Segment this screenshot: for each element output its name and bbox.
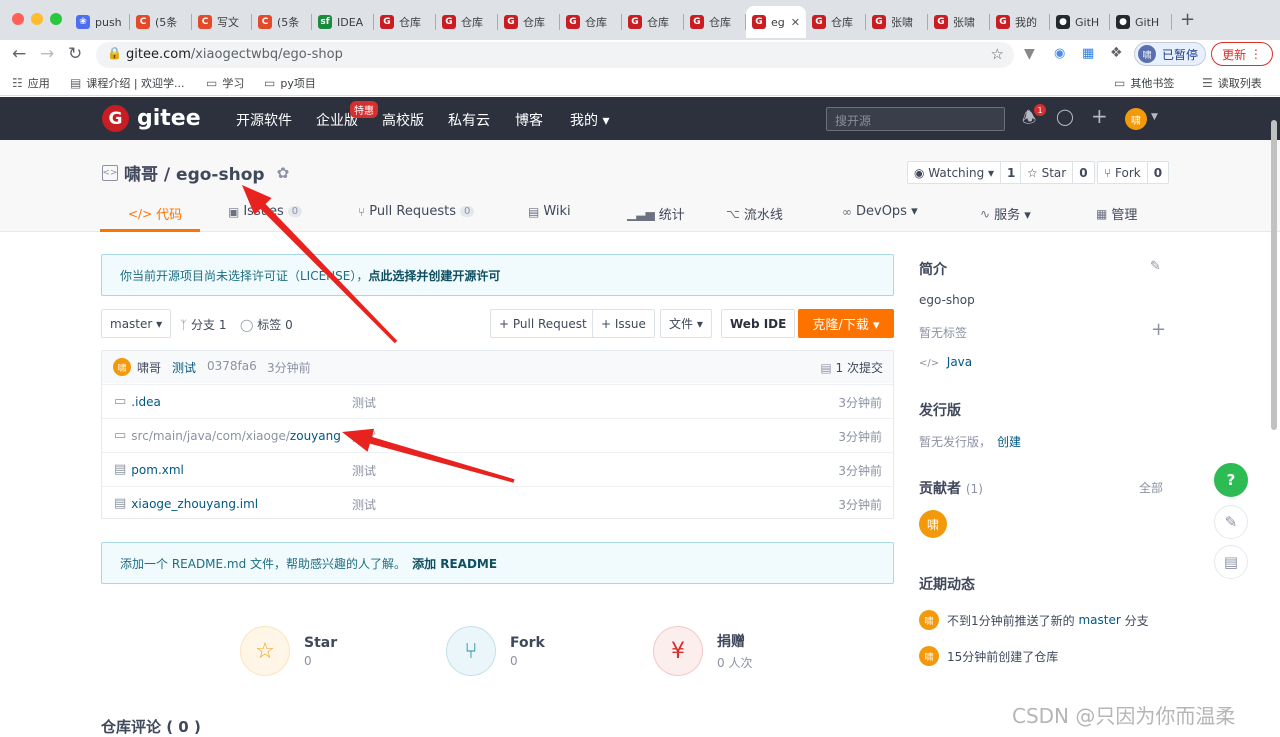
csdn-watermark: CSDN @只因为你而温柔 [1012,704,1236,728]
arrow-to-repo-title [242,185,398,344]
red-arrows [242,185,515,483]
annotation-arrows [242,185,515,483]
arrow-to-folder-path [342,428,515,483]
